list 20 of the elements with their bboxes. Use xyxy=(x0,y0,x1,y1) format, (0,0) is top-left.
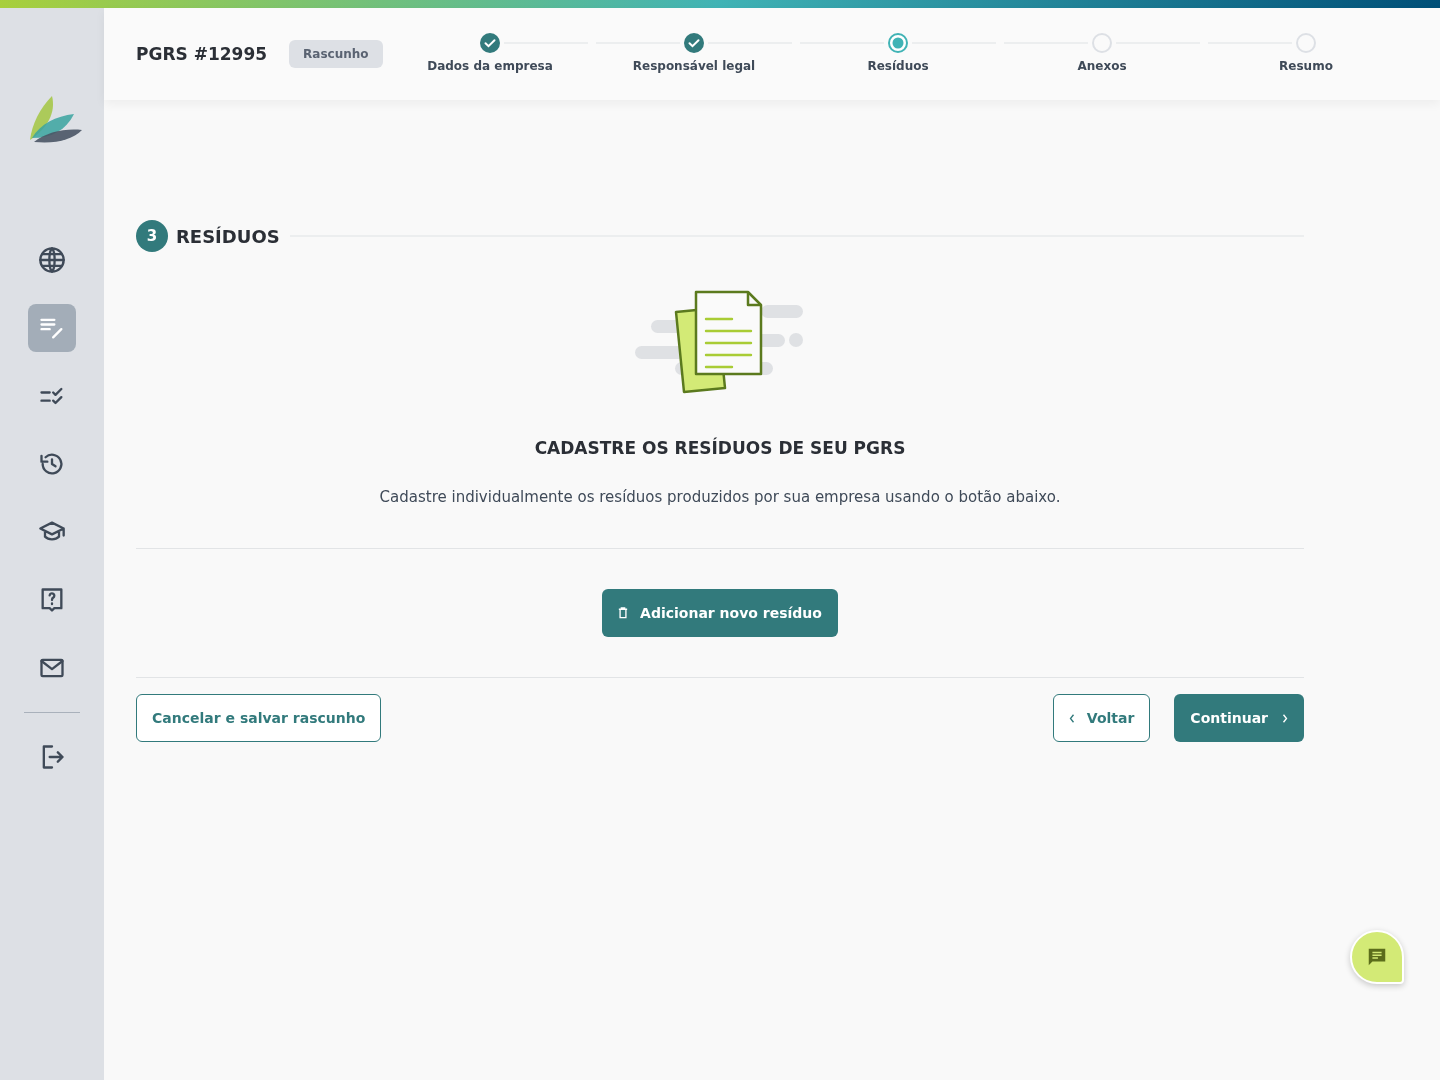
empty-state-description: Cadastre individualmente os resíduos produzidos por sua empresa usando o botão abaixo. xyxy=(379,488,1061,506)
step-label[interactable]: Resumo xyxy=(1279,59,1333,73)
step-label[interactable]: Resíduos xyxy=(867,59,929,73)
trash-icon xyxy=(618,607,629,619)
chevron-left-icon xyxy=(1068,713,1075,723)
step-label[interactable]: Responsável legal xyxy=(632,59,756,73)
step-label[interactable]: Anexos xyxy=(1077,59,1127,73)
globe-icon xyxy=(38,246,66,274)
chat-button[interactable] xyxy=(1350,930,1404,984)
step-label[interactable]: Dados da empresa xyxy=(427,59,553,73)
add-residue-button[interactable]: Adicionar novo resíduo xyxy=(602,589,838,637)
document-title: PGRS #12995 xyxy=(136,44,268,64)
continue-button[interactable]: Continuar xyxy=(1174,694,1304,742)
back-button[interactable]: Voltar xyxy=(1052,694,1151,742)
cancel-save-draft-button[interactable]: Cancelar e salvar rascunho xyxy=(136,694,382,742)
section-title: RESÍDUOS xyxy=(176,225,280,247)
chevron-right-icon xyxy=(1282,713,1288,723)
status-badge: Rascunho xyxy=(289,40,383,68)
empty-state-title: CADASTRE OS RESÍDUOS DE SEU PGRS xyxy=(534,438,906,458)
step-number-badge: 3 xyxy=(136,220,168,252)
